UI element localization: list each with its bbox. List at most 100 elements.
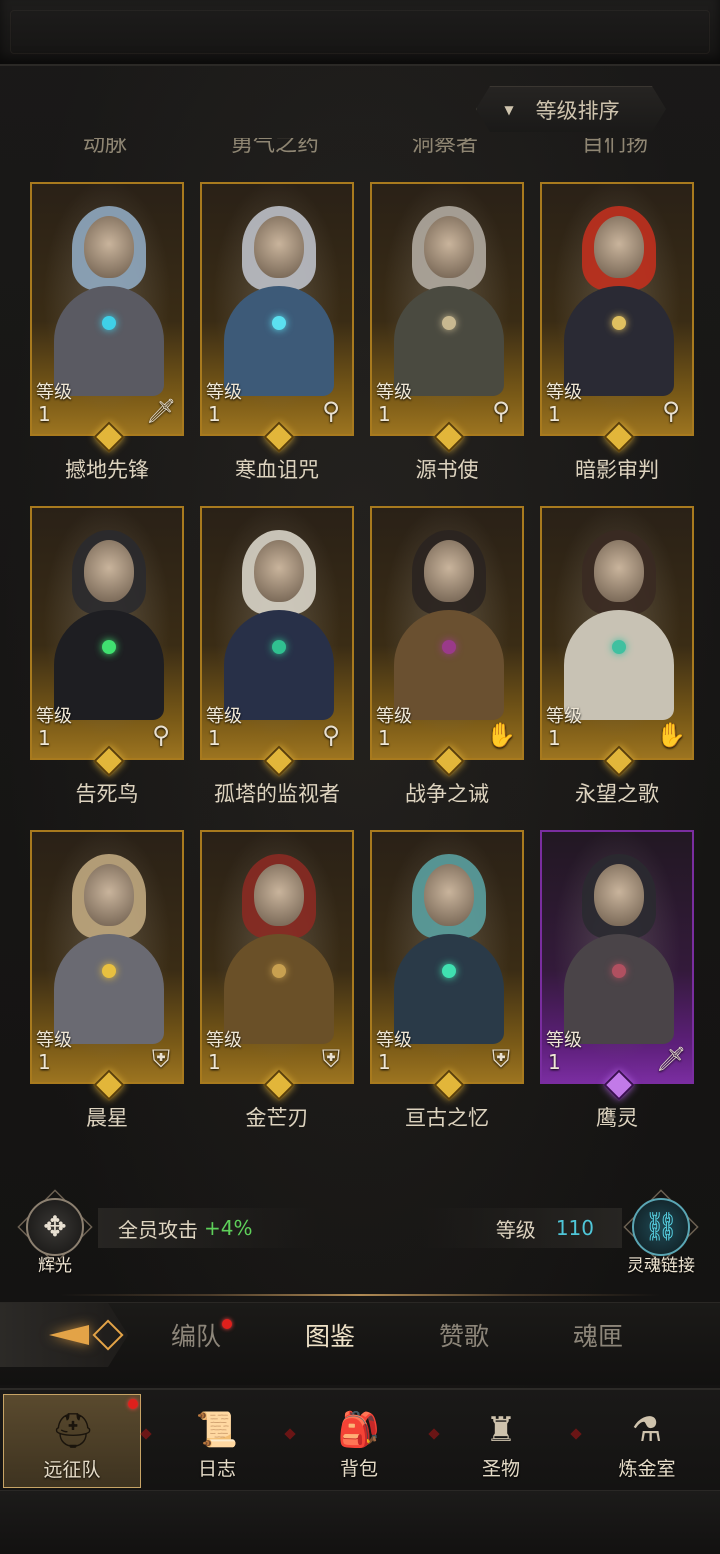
hero-level-value: 1: [38, 402, 51, 426]
hero-level-label: 等级: [546, 382, 582, 403]
hero-portrait: [564, 206, 674, 396]
tab-label: 赞歌: [438, 1322, 489, 1351]
staff-icon: ⚲: [322, 721, 340, 749]
divider: [60, 1294, 660, 1296]
hero-card-frame: 等级 1 🗡: [540, 830, 694, 1084]
hero-portrait: [564, 854, 674, 1044]
portrait-face: [84, 864, 134, 926]
staff-icon: ⚲: [662, 397, 680, 425]
bottom-navigation: ⛑ 远征队 📜 日志 🎒 背包 ♜ 圣物 ⚗ 炼金室: [0, 1388, 720, 1490]
hero-card-frame: 等级 1 ⚲: [200, 182, 354, 436]
soul-link-level: 等级 110: [422, 1208, 622, 1248]
staff-icon: ⚲: [152, 721, 170, 749]
hero-portrait: [54, 530, 164, 720]
hero-level-label: 等级: [36, 382, 72, 403]
dropdown-triangle-icon: ▼: [504, 103, 514, 117]
portrait-face: [424, 540, 474, 602]
nav-backpack[interactable]: 🎒 背包: [290, 1394, 428, 1488]
nav-journal[interactable]: 📜 日志: [148, 1394, 286, 1488]
hero-name: 亘古之忆: [405, 1106, 489, 1130]
shield-icon: ⛨: [492, 1045, 510, 1073]
hero-name: 金芒刃: [245, 1106, 309, 1130]
soul-level-value: 110: [555, 1216, 594, 1240]
portrait-gem: [272, 964, 286, 978]
portrait-gem: [612, 964, 626, 978]
hero-card-frame: 等级 1 ✋: [370, 506, 524, 760]
hero-card[interactable]: 等级 1 🗡 鹰灵: [540, 830, 694, 1130]
hero-portrait: [394, 854, 504, 1044]
portrait-gem: [272, 640, 286, 654]
nav-alchemy-room[interactable]: ⚗ 炼金室: [578, 1394, 716, 1488]
nav-label: 远征队: [43, 1459, 101, 1481]
diamond-icon: [92, 1319, 124, 1351]
radiance-caption: 辉光: [38, 1256, 72, 1276]
hero-level-label: 等级: [206, 1030, 242, 1051]
tab-formation[interactable]: 编队: [146, 1317, 246, 1353]
hero-card[interactable]: 等级 1 ⚲ 源书使: [370, 182, 524, 482]
hero-card[interactable]: 等级 1 ⚲ 告死鸟: [30, 506, 184, 806]
scroll-icon: 📜: [195, 1410, 239, 1450]
portrait-face: [84, 216, 134, 278]
nav-relics[interactable]: ♜ 圣物: [432, 1394, 570, 1488]
portrait-face: [254, 216, 304, 278]
sword-icon: 🗡: [656, 1045, 687, 1073]
hero-portrait: [224, 206, 334, 396]
nav-expedition[interactable]: ⛑ 远征队: [3, 1394, 141, 1488]
cutoff-name: 洞察者: [411, 138, 478, 157]
portrait-gem: [272, 316, 286, 330]
tab-codex[interactable]: 图鉴: [280, 1317, 380, 1353]
hero-level-value: 1: [38, 1050, 51, 1074]
hero-name: 告死鸟: [75, 782, 139, 806]
helmet-icon: ⛑: [51, 1411, 95, 1451]
hero-card-frame: 等级 1 ✋: [540, 506, 694, 760]
bonus-status-row: ✥ 辉光 全员攻击 +4% 等级 110 ⛓ 灵魂链接: [0, 1186, 720, 1276]
hero-card[interactable]: 等级 1 ✋ 战争之诫: [370, 506, 524, 806]
hero-card[interactable]: 等级 1 ✋ 永望之歌: [540, 506, 694, 806]
portrait-gem: [102, 964, 116, 978]
bottom-ornament-strip: [0, 1490, 720, 1554]
hero-card[interactable]: 等级 1 ⛨ 金芒刃: [200, 830, 354, 1130]
hero-card[interactable]: 等级 1 🗡 撼地先锋: [30, 182, 184, 482]
hero-portrait: [564, 530, 674, 720]
back-button[interactable]: [0, 1303, 128, 1367]
hero-card[interactable]: 等级 1 ⛨ 晨星: [30, 830, 184, 1130]
hero-card-frame: 等级 1 ⚲: [200, 506, 354, 760]
tab-soul-box[interactable]: 魂匣: [548, 1317, 648, 1353]
portrait-face: [594, 216, 644, 278]
hero-card-frame: 等级 1 ⚲: [30, 506, 184, 760]
soul-link-emblem[interactable]: ⛓ 灵魂链接: [623, 1189, 699, 1276]
hero-name: 暗影审判: [575, 458, 659, 482]
hero-level-label: 等级: [376, 706, 412, 727]
portrait-face: [254, 864, 304, 926]
hero-level-label: 等级: [546, 1030, 582, 1051]
portrait-face: [254, 540, 304, 602]
hero-card-frame: 等级 1 ⚲: [370, 182, 524, 436]
hero-name: 鹰灵: [596, 1106, 638, 1130]
portrait-face: [594, 864, 644, 926]
tab-hymns[interactable]: 赞歌: [414, 1317, 514, 1353]
staff-icon: ⚲: [492, 397, 510, 425]
hero-portrait: [224, 530, 334, 720]
hero-card-frame: 等级 1 ⛨: [370, 830, 524, 1084]
hero-card[interactable]: 等级 1 ⚲ 孤塔的监视者: [200, 506, 354, 806]
hero-level-value: 1: [548, 1050, 561, 1074]
tab-label: 图鉴: [304, 1322, 355, 1351]
hero-name: 撼地先锋: [65, 458, 149, 482]
hero-level-value: 1: [378, 402, 391, 426]
hero-name: 源书使: [415, 458, 479, 482]
hero-card[interactable]: 等级 1 ⚲ 暗影审判: [540, 182, 694, 482]
hero-level-value: 1: [548, 726, 561, 750]
previous-row-names-cutoff: 动脉 勇气之药 洞察者 目们扬: [0, 138, 720, 158]
portrait-face: [84, 540, 134, 602]
soul-level-label: 等级: [495, 1217, 536, 1242]
hero-portrait: [394, 206, 504, 396]
hero-card[interactable]: 等级 1 ⚲ 寒血诅咒: [200, 182, 354, 482]
nav-label: 圣物: [481, 1458, 520, 1480]
hand-icon: ✋: [486, 721, 516, 749]
radiance-emblem[interactable]: ✥ 辉光: [17, 1189, 93, 1276]
hero-level-value: 1: [378, 726, 391, 750]
sort-by-level-button[interactable]: ▼ 等级排序: [476, 86, 666, 132]
hero-name: 孤塔的监视者: [214, 782, 340, 806]
hero-card[interactable]: 等级 1 ⛨ 亘古之忆: [370, 830, 524, 1130]
portrait-gem: [612, 640, 626, 654]
